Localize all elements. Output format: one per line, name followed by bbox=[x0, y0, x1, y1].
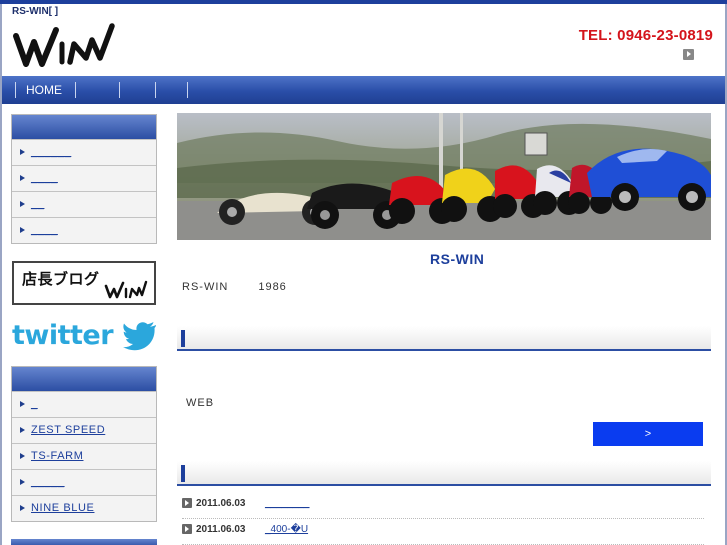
sidebar-item-label[interactable]: __ bbox=[31, 198, 44, 210]
nav-item-2[interactable] bbox=[75, 82, 119, 98]
shop-name-heading: RS-WIN bbox=[430, 251, 485, 267]
news-date: 2011.06.03 bbox=[196, 498, 246, 509]
shop-intro-text: RS-WIN 1986 bbox=[182, 281, 287, 293]
sidebar-menu: ______ ____ __ ____ bbox=[11, 114, 157, 244]
nav-home[interactable]: HOME bbox=[15, 82, 75, 98]
sidebar-link-item[interactable]: NINE BLUE bbox=[12, 495, 156, 521]
sidebar-link-item[interactable]: _____ bbox=[12, 469, 156, 495]
arrow-right-icon bbox=[20, 479, 25, 485]
sidebar-link-label[interactable]: ZEST SPEED bbox=[31, 424, 105, 436]
arrow-right-icon bbox=[20, 427, 25, 433]
section-heading-bar bbox=[177, 326, 711, 351]
shop-blog-banner[interactable]: 店長ブログ bbox=[12, 261, 156, 305]
site-tagline: RS-WIN[ ] bbox=[12, 6, 59, 17]
site-logo[interactable] bbox=[12, 22, 117, 72]
arrow-right-icon bbox=[20, 227, 25, 233]
phone-number: TEL: 0946-23-0819 bbox=[578, 27, 713, 44]
news-item[interactable]: 2011.06.03 _400-�U bbox=[182, 519, 704, 545]
sidebar-link-item[interactable]: TS-FARM bbox=[12, 443, 156, 469]
sidebar-link-item[interactable]: _ bbox=[12, 391, 156, 417]
play-arrow-icon bbox=[182, 498, 192, 508]
web-description: WEB bbox=[186, 397, 215, 409]
win-logo-icon bbox=[13, 23, 115, 67]
sidebar-item-label[interactable]: ____ bbox=[31, 224, 58, 236]
sidebar-link-label[interactable]: NINE BLUE bbox=[31, 502, 94, 514]
sidebar-link-label[interactable]: _____ bbox=[31, 476, 65, 488]
sidebar-item[interactable]: ______ bbox=[12, 139, 156, 165]
sidebar-menu-header bbox=[12, 115, 156, 139]
twitter-banner[interactable]: twitter bbox=[12, 320, 157, 352]
nav-home-label: HOME bbox=[26, 83, 62, 97]
nav-item-5[interactable] bbox=[187, 82, 217, 98]
nav-item-3[interactable] bbox=[119, 82, 155, 98]
sidebar-item-label[interactable]: ______ bbox=[31, 146, 71, 158]
sidebar-link-label[interactable]: TS-FARM bbox=[31, 450, 83, 462]
arrow-right-icon bbox=[20, 401, 25, 407]
blog-banner-text: 店長ブログ bbox=[22, 271, 100, 288]
sidebar-item[interactable]: ____ bbox=[12, 217, 156, 243]
arrow-right-icon bbox=[20, 149, 25, 155]
twitter-bird-icon bbox=[123, 322, 156, 351]
news-title-link[interactable]: ________ bbox=[265, 498, 310, 509]
sidebar-links-header bbox=[12, 367, 156, 391]
arrow-right-icon bbox=[20, 505, 25, 511]
sidebar-link-label[interactable]: _ bbox=[31, 398, 38, 410]
twitter-wordmark: twitter bbox=[12, 320, 114, 351]
sidebar-item[interactable]: ____ bbox=[12, 165, 156, 191]
sidebar-link-item[interactable]: ZEST SPEED bbox=[12, 417, 156, 443]
news-title-link[interactable]: _400-�U bbox=[265, 524, 308, 535]
motorcycles-hero-photo bbox=[177, 113, 711, 240]
play-arrow-icon bbox=[182, 524, 192, 534]
arrow-right-icon bbox=[20, 453, 25, 459]
top-border-line bbox=[0, 0, 727, 4]
sidebar-item[interactable]: __ bbox=[12, 191, 156, 217]
news-item[interactable]: 2011.06.03 ________ bbox=[182, 493, 704, 519]
news-date: 2011.06.03 bbox=[196, 524, 246, 535]
arrow-right-icon bbox=[20, 201, 25, 207]
play-arrow-icon[interactable] bbox=[683, 49, 694, 60]
more-button[interactable]: > bbox=[593, 422, 703, 446]
news-heading-bar bbox=[177, 461, 711, 486]
sidebar-next-header bbox=[11, 539, 157, 545]
sidebar-item-label[interactable]: ____ bbox=[31, 172, 58, 184]
main-navigation: HOME bbox=[2, 76, 725, 104]
intro-shop-name: RS-WIN bbox=[182, 281, 229, 293]
sidebar-links: _ ZEST SPEED TS-FARM _____ NINE BLUE bbox=[11, 366, 157, 522]
intro-year: 1986 bbox=[258, 281, 287, 293]
nav-item-4[interactable] bbox=[155, 82, 187, 98]
win-logo-icon bbox=[104, 280, 148, 299]
arrow-right-icon bbox=[20, 175, 25, 181]
